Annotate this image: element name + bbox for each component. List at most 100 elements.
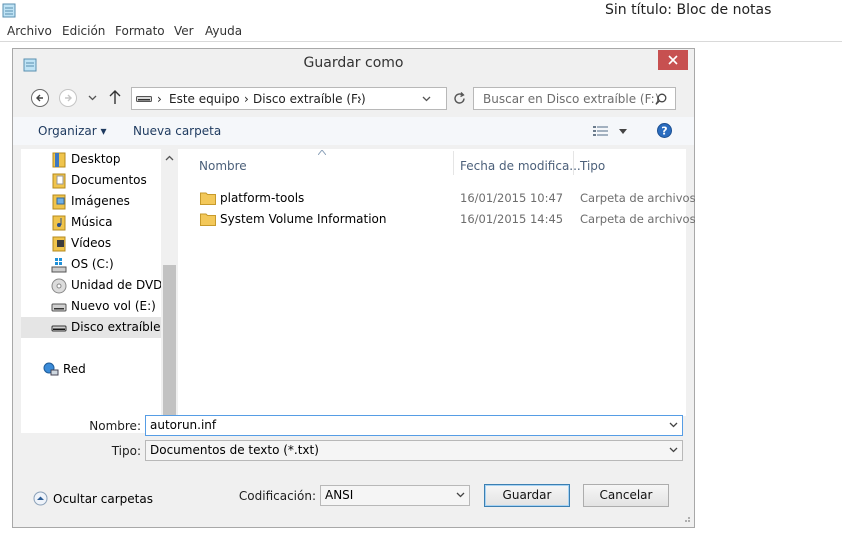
nav-label: Desktop xyxy=(71,152,121,166)
new-folder-button[interactable]: Nueva carpeta xyxy=(133,124,221,138)
nav-item-documentos[interactable]: Documentos xyxy=(21,170,161,191)
column-separator[interactable] xyxy=(453,151,454,175)
save-button[interactable]: Guardar xyxy=(484,484,570,507)
crumb-este-equipo[interactable]: Este equipo xyxy=(169,92,240,106)
nav-item-imagenes[interactable]: Imágenes xyxy=(21,191,161,212)
file-name: platform-tools xyxy=(220,191,305,205)
music-folder-icon xyxy=(52,215,66,231)
chevron-right-icon: › xyxy=(244,92,249,106)
nav-label: Imágenes xyxy=(71,194,130,208)
desktop-folder-icon xyxy=(52,152,66,168)
column-header-type[interactable]: Tipo xyxy=(580,159,605,173)
scroll-up-icon[interactable] xyxy=(165,155,174,161)
nav-item-videos[interactable]: Vídeos xyxy=(21,233,161,254)
nav-item-disco-extraible[interactable]: Disco extraíble (F xyxy=(21,317,161,338)
dialog-titlebar[interactable]: Guardar como xyxy=(13,49,694,79)
menu-formato[interactable]: Formato xyxy=(115,24,165,38)
help-icon[interactable]: ? xyxy=(657,123,672,138)
nav-label: Red xyxy=(63,362,86,376)
sort-ascending-icon xyxy=(318,150,326,155)
dvd-drive-icon xyxy=(51,278,67,294)
address-bar[interactable]: › Este equipo › Disco extraíble (F:) › xyxy=(131,87,447,110)
dialog-title: Guardar como xyxy=(303,55,404,71)
file-type: Carpeta de archivos xyxy=(580,212,696,226)
hide-folders-button[interactable]: Ocultar carpetas xyxy=(53,492,153,506)
videos-folder-icon xyxy=(52,236,66,252)
organize-label: Organizar xyxy=(38,124,97,138)
nav-label: Unidad de DVD R xyxy=(71,278,161,292)
forward-button[interactable] xyxy=(58,88,78,108)
filename-label: Nombre: xyxy=(89,419,141,433)
nav-label: Música xyxy=(71,215,113,229)
view-options-icon[interactable] xyxy=(593,125,609,137)
removable-drive-icon xyxy=(51,325,67,332)
nav-pane-scrollbar[interactable] xyxy=(161,149,178,433)
view-dropdown-icon[interactable] xyxy=(619,129,627,134)
notepad-icon xyxy=(2,3,16,18)
nav-item-nuevo-vol[interactable]: Nuevo vol (E:) xyxy=(21,296,161,317)
column-separator[interactable] xyxy=(573,151,574,175)
menu-ayuda[interactable]: Ayuda xyxy=(205,24,242,38)
chevron-up-circle-icon[interactable] xyxy=(33,491,48,506)
network-icon xyxy=(43,362,59,376)
filename-value: autorun.inf xyxy=(150,418,217,432)
menu-archivo[interactable]: Archivo xyxy=(7,24,52,38)
up-arrow-icon[interactable] xyxy=(109,89,121,105)
search-input[interactable]: Buscar en Disco extraíble (F:) xyxy=(473,87,676,110)
file-type: Carpeta de archivos xyxy=(580,191,696,205)
encoding-select[interactable]: ANSI xyxy=(320,485,470,506)
back-button[interactable] xyxy=(30,88,50,108)
notepad-menubar: Archivo Edición Formato Ver Ayuda xyxy=(0,22,842,42)
nav-item-os-c[interactable]: OS (C:) xyxy=(21,254,161,275)
nav-label: Disco extraíble (F xyxy=(71,320,161,334)
dialog-body: › Este equipo › Disco extraíble (F:) › B… xyxy=(13,79,696,527)
file-type-select[interactable]: Documentos de texto (*.txt) xyxy=(145,440,683,461)
close-button[interactable] xyxy=(658,50,688,70)
chevron-down-icon[interactable] xyxy=(669,422,678,428)
nav-label: Vídeos xyxy=(71,236,112,250)
notepad-titlebar: Sin título: Bloc de notas xyxy=(0,0,842,22)
close-icon xyxy=(668,55,678,65)
file-name: System Volume Information xyxy=(220,212,387,226)
documents-folder-icon xyxy=(52,173,66,189)
chevron-down-icon[interactable] xyxy=(456,492,465,498)
column-header-name[interactable]: Nombre xyxy=(199,159,247,173)
chevron-right-icon: › xyxy=(357,92,362,106)
nav-item-red[interactable]: Red xyxy=(21,359,161,380)
file-date: 16/01/2015 14:45 xyxy=(460,212,564,226)
resize-grip-icon[interactable] xyxy=(681,513,691,523)
nav-item-dvd[interactable]: Unidad de DVD R xyxy=(21,275,161,296)
crumb-disco-extraible[interactable]: Disco extraíble (F:) xyxy=(253,92,366,106)
folder-icon xyxy=(200,192,216,205)
column-header-date[interactable]: Fecha de modifica... xyxy=(460,159,581,173)
folder-icon xyxy=(200,213,216,226)
chevron-right-icon: › xyxy=(157,92,162,106)
recent-locations-chevron-icon[interactable] xyxy=(88,95,97,101)
filename-input[interactable]: autorun.inf xyxy=(145,415,683,436)
organize-button[interactable]: Organizar ▾ xyxy=(38,124,107,138)
file-row[interactable]: platform-tools 16/01/2015 10:47 Carpeta … xyxy=(178,188,696,209)
nav-label: Documentos xyxy=(71,173,147,187)
svg-text:?: ? xyxy=(661,125,667,138)
nav-label: OS (C:) xyxy=(71,257,114,271)
menu-edicion[interactable]: Edición xyxy=(62,24,105,38)
type-label: Tipo: xyxy=(111,444,141,458)
chevron-down-icon[interactable] xyxy=(669,447,678,453)
search-icon[interactable] xyxy=(655,93,667,105)
cancel-button[interactable]: Cancelar xyxy=(583,484,669,507)
save-as-dialog: Guardar como › Este equipo › Disco extra… xyxy=(12,48,696,528)
pictures-folder-icon xyxy=(52,194,66,210)
scroll-thumb[interactable] xyxy=(163,265,176,415)
menu-ver[interactable]: Ver xyxy=(174,24,194,38)
toolbar: Organizar ▾ Nueva carpeta ? xyxy=(13,117,694,145)
search-placeholder: Buscar en Disco extraíble (F:) xyxy=(483,92,660,106)
notepad-title: Sin título: Bloc de notas xyxy=(605,2,772,18)
refresh-icon[interactable] xyxy=(453,92,466,105)
nav-item-desktop[interactable]: Desktop xyxy=(21,149,161,170)
encoding-label: Codificación: xyxy=(238,489,316,503)
file-row[interactable]: System Volume Information 16/01/2015 14:… xyxy=(178,209,696,230)
file-date: 16/01/2015 10:47 xyxy=(460,191,564,205)
system-drive-icon xyxy=(51,258,67,273)
address-dropdown-icon[interactable] xyxy=(422,96,431,102)
nav-item-musica[interactable]: Música xyxy=(21,212,161,233)
